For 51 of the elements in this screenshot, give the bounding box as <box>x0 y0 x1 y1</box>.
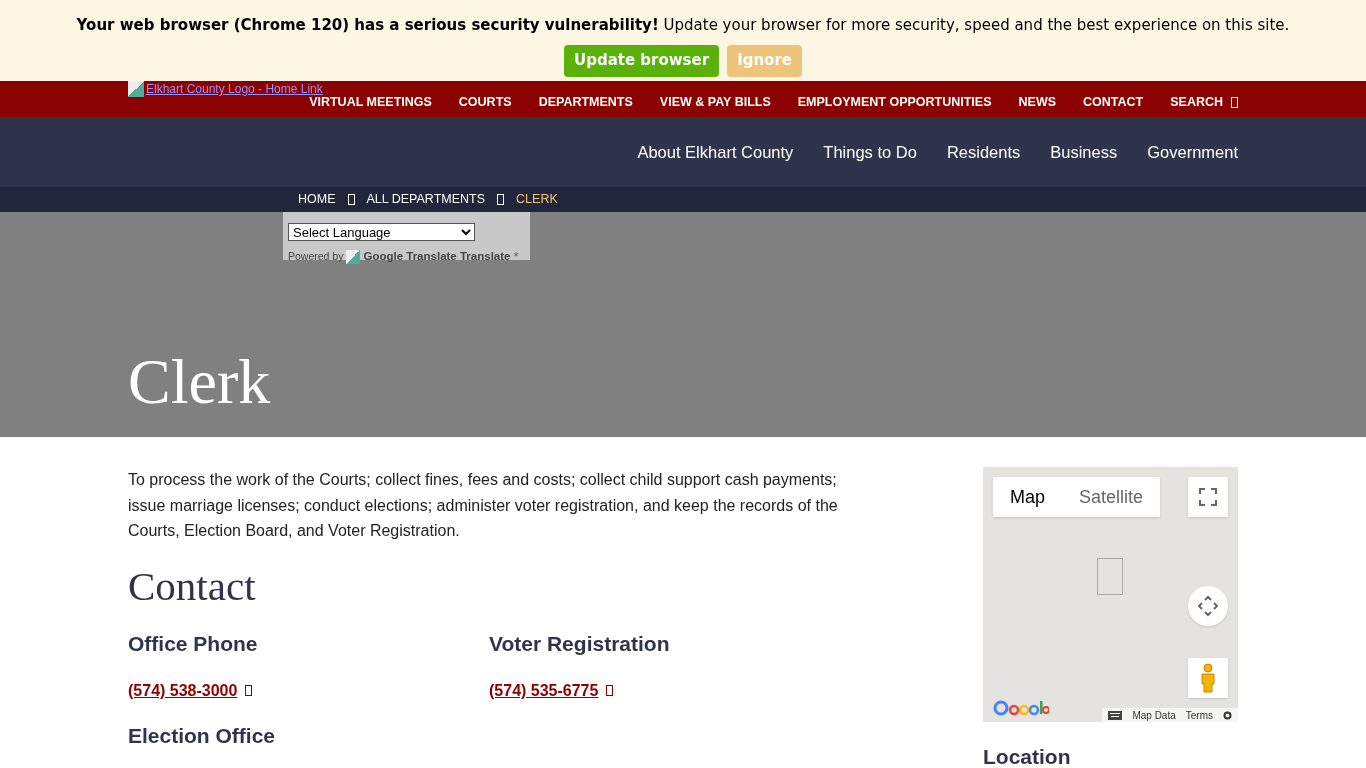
utility-nav-link[interactable]: COURTS <box>458 95 512 109</box>
powered-by-text: Powered by <box>288 248 344 264</box>
contact-heading: Contact <box>128 565 257 607</box>
alert-message: Your web browser (Chrome 120) has a serious security vulnerability! Update your browser for more security, speed and the best experience on this site. <box>76 15 1290 36</box>
fullscreen-icon <box>1199 488 1217 506</box>
contact-title: Voter Registration <box>489 632 671 654</box>
main-nav-link[interactable]: Things to Do <box>823 139 917 165</box>
utility-nav-link[interactable]: NEWS <box>1018 95 1056 109</box>
utility-nav-link[interactable]: VIRTUAL MEETINGS <box>309 95 432 109</box>
pegman-button[interactable] <box>1188 658 1228 698</box>
missing-glyph-icon <box>497 194 505 205</box>
location-heading: Location <box>983 746 1072 767</box>
pegman-icon <box>1199 663 1217 693</box>
breadcrumb-link[interactable]: HOME <box>298 190 336 209</box>
utility-nav-link[interactable]: SEARCH <box>1170 95 1238 109</box>
fullscreen-button[interactable] <box>1188 477 1228 517</box>
page-title: Clerk <box>128 350 271 414</box>
phone-link[interactable]: (574) 535-6775 <box>489 678 599 703</box>
settings-icon <box>1223 710 1232 720</box>
map-footer-link[interactable]: Map Data <box>1132 707 1176 723</box>
missing-glyph-icon <box>245 685 253 696</box>
logo-link[interactable]: Elkhart County Logo - Home Link <box>128 81 323 97</box>
main-nav-link[interactable]: Business <box>1050 139 1118 165</box>
utility-nav-link[interactable]: EMPLOYMENT OPPORTUNITIES <box>797 95 992 109</box>
missing-glyph-icon <box>606 685 614 696</box>
utility-nav-link[interactable]: VIEW & PAY BILLS <box>659 95 771 109</box>
broken-image-icon <box>128 81 144 97</box>
main-nav-link[interactable]: Residents <box>946 139 1021 165</box>
pan-arrows-icon <box>1197 595 1219 617</box>
map-footer-link[interactable]: Terms <box>1185 707 1213 723</box>
asterisk-mark: * <box>513 248 519 266</box>
broken-image-icon <box>346 249 361 264</box>
google-translate-link[interactable]: Google Translate Translate <box>363 248 511 266</box>
main-nav-link[interactable]: Government <box>1147 139 1238 165</box>
language-select[interactable]: Select Language <box>288 223 475 241</box>
main-nav-link[interactable]: About Elkhart County <box>637 139 794 165</box>
missing-glyph-icon <box>1231 96 1238 108</box>
google-logo <box>993 698 1049 718</box>
utility-nav-link[interactable]: CONTACT <box>1083 95 1144 109</box>
intro-paragraph: To process the work of the Courts; collect fines, fees and costs; collect child support cash payments; issue marriage licenses; conduct elections; administer voter registration, and keep the records of the Courts, Election Board, and Voter Registration. <box>128 470 839 541</box>
map-type-tab[interactable]: Satellite <box>1062 477 1161 517</box>
utility-nav-link[interactable]: DEPARTMENTS <box>538 95 633 109</box>
contact-title: Election Office <box>128 724 277 746</box>
map-type-tab[interactable]: Map <box>993 477 1062 517</box>
pan-control[interactable] <box>1188 586 1228 626</box>
breadcrumb-link[interactable]: ALL DEPARTMENTS <box>366 190 486 209</box>
missing-glyph-icon <box>347 194 355 205</box>
breadcrumb-link[interactable]: CLERK <box>516 190 558 209</box>
broken-image-icon <box>1097 558 1123 595</box>
contact-title: Office Phone <box>128 632 259 654</box>
phone-link[interactable]: (574) 538-3000 <box>128 678 238 703</box>
